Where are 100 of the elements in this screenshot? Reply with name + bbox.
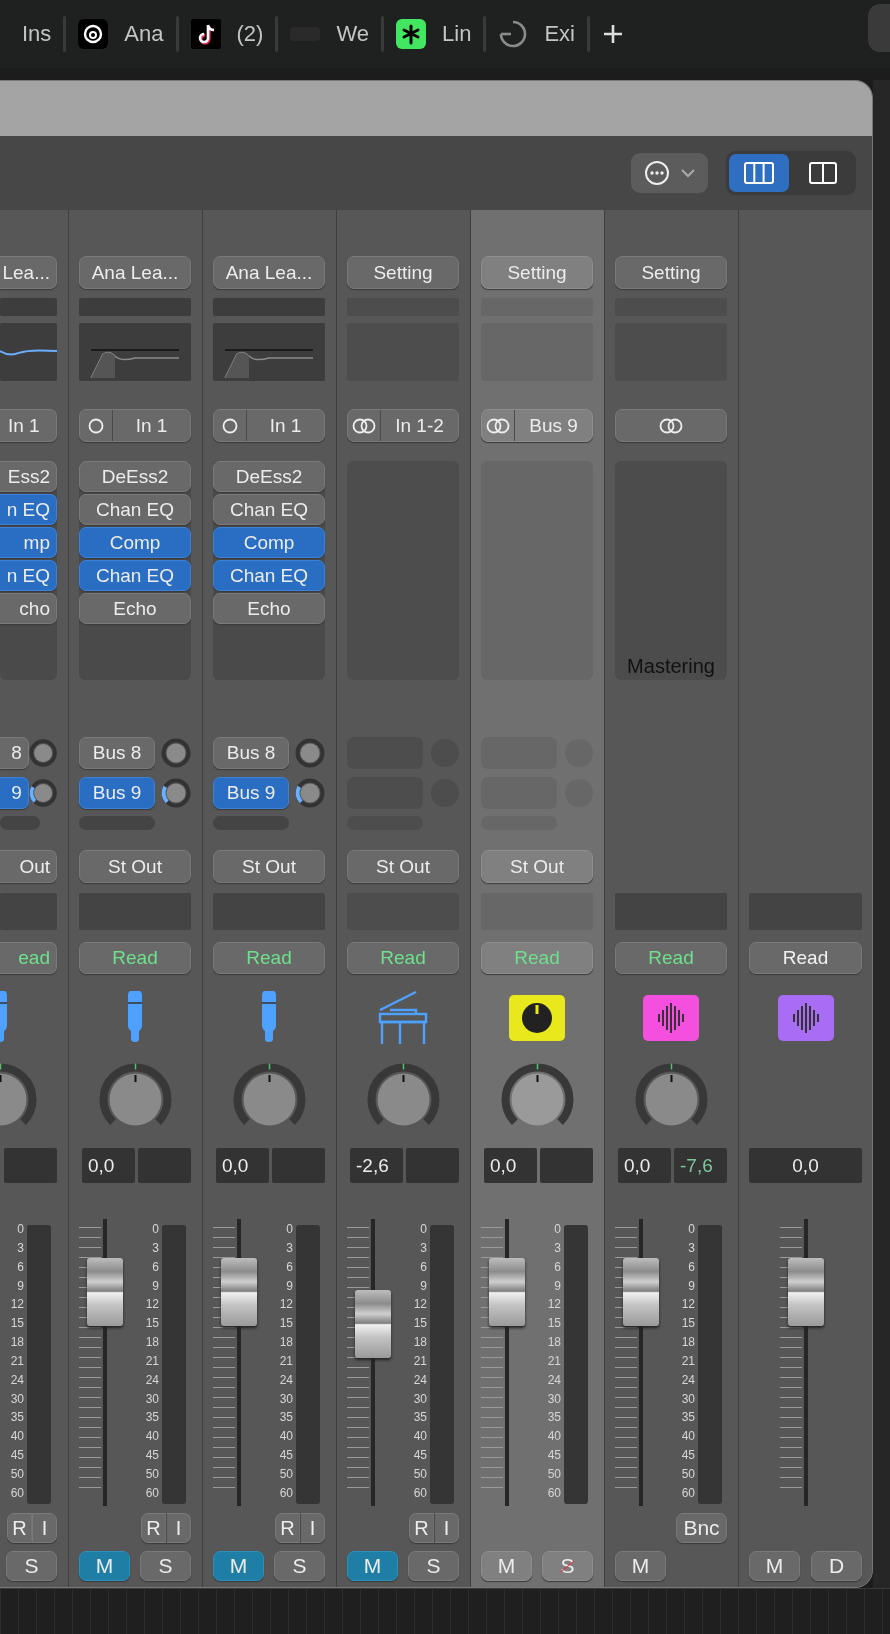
- send-slot[interactable]: Bus 9: [79, 776, 155, 809]
- insert-slot[interactable]: DeEss2: [79, 461, 191, 492]
- insert-slot[interactable]: cho: [0, 593, 57, 624]
- insert-slot[interactable]: Echo: [213, 593, 325, 624]
- browser-tab[interactable]: Ins: [10, 14, 64, 54]
- mute-button[interactable]: M: [213, 1551, 264, 1581]
- input-monitor-button[interactable]: I: [300, 1513, 325, 1543]
- more-options-button[interactable]: [631, 153, 708, 193]
- browser-tab[interactable]: Lin: [384, 14, 484, 54]
- automation-mode-button[interactable]: Read: [347, 942, 459, 974]
- view-mode-button[interactable]: [729, 154, 789, 192]
- scale-label: 3: [286, 1241, 293, 1255]
- setting-button[interactable]: Setting: [481, 256, 593, 289]
- bounce-button[interactable]: Bnc: [676, 1513, 727, 1543]
- dim-button[interactable]: D: [811, 1551, 862, 1581]
- solo-button[interactable]: S: [140, 1551, 191, 1581]
- send-slot[interactable]: Bus 9: [213, 776, 289, 809]
- browser-tab[interactable]: Ana: [66, 14, 176, 54]
- scale-label: 15: [681, 1317, 695, 1331]
- mute-button[interactable]: M: [615, 1551, 666, 1581]
- setting-button[interactable]: Ana Lea...: [79, 256, 191, 289]
- insert-slot[interactable]: Chan EQ: [213, 560, 325, 591]
- input-slot[interactable]: Bus 9: [481, 409, 593, 442]
- input-slot[interactable]: In 1: [213, 409, 325, 442]
- eq-thumbnail[interactable]: [0, 323, 57, 381]
- record-button[interactable]: R: [409, 1513, 434, 1543]
- spiral-logo-icon: [78, 19, 109, 49]
- input-slot[interactable]: [615, 409, 727, 442]
- fader-handle[interactable]: [623, 1258, 659, 1327]
- input-monitor-button[interactable]: I: [434, 1513, 459, 1543]
- solo-button[interactable]: S: [274, 1551, 325, 1581]
- insert-slot[interactable]: n EQ: [0, 560, 57, 591]
- automation-mode-button[interactable]: ead: [0, 942, 57, 974]
- insert-slot[interactable]: Chan EQ: [79, 494, 191, 525]
- insert-slot[interactable]: Echo: [79, 593, 191, 624]
- scale-label: 30: [547, 1392, 561, 1406]
- scale-label: 18: [681, 1336, 695, 1350]
- insert-slot[interactable]: Chan EQ: [213, 494, 325, 525]
- setting-button[interactable]: Setting: [615, 256, 727, 289]
- mute-button[interactable]: M: [347, 1551, 398, 1581]
- input-slot[interactable]: In 1: [0, 409, 57, 442]
- automation-mode-button[interactable]: Read: [481, 942, 593, 974]
- eq-thumbnail[interactable]: [79, 323, 191, 381]
- scale-label: 15: [413, 1317, 427, 1331]
- send-knob[interactable]: [28, 737, 57, 768]
- scale-label: 60: [10, 1486, 24, 1500]
- fader-handle[interactable]: [489, 1258, 525, 1327]
- send-knob[interactable]: [161, 737, 191, 768]
- input-monitor-button[interactable]: I: [32, 1513, 57, 1543]
- channel-strip[interactable]: Lea... In 1 Ess2 n EQ mp n EQ cho 8 9 Out ead 0 3 6 9 12 15 18 21 24 30 35 40 45 50 60 R I S: [0, 210, 69, 1587]
- fader-handle[interactable]: [787, 1258, 824, 1327]
- fader-handle[interactable]: [221, 1258, 257, 1327]
- send-slot[interactable]: Bus 8: [213, 736, 289, 769]
- scale-label: 6: [152, 1260, 159, 1274]
- eq-thumbnail[interactable]: [213, 323, 325, 381]
- scale-label: 35: [10, 1411, 24, 1425]
- fader-handle[interactable]: [355, 1289, 391, 1358]
- record-button[interactable]: R: [7, 1513, 32, 1543]
- browser-tab[interactable]: (2): [178, 14, 276, 54]
- automation-mode-button[interactable]: Read: [615, 942, 727, 974]
- output-slot[interactable]: St Out: [347, 850, 459, 883]
- send-knob[interactable]: [161, 777, 191, 808]
- mute-button[interactable]: M: [79, 1551, 130, 1581]
- record-button[interactable]: R: [275, 1513, 300, 1543]
- solo-button[interactable]: S: [408, 1551, 459, 1581]
- setting-button[interactable]: Lea...: [0, 256, 57, 289]
- solo-button[interactable]: S: [6, 1551, 57, 1581]
- insert-slot[interactable]: n EQ: [0, 494, 57, 525]
- record-button[interactable]: R: [141, 1513, 166, 1543]
- setting-button[interactable]: Setting: [347, 256, 459, 289]
- send-slot[interactable]: Bus 8: [79, 736, 155, 769]
- browser-tab[interactable]: Exi: [486, 14, 587, 54]
- automation-mode-button[interactable]: Read: [213, 942, 325, 974]
- insert-slot[interactable]: Ess2: [0, 461, 57, 492]
- send-knob[interactable]: [295, 737, 325, 768]
- browser-tab[interactable]: We: [278, 14, 381, 54]
- automation-mode-button[interactable]: Read: [749, 942, 862, 974]
- insert-slot[interactable]: Comp: [79, 527, 191, 558]
- output-slot[interactable]: St Out: [213, 850, 325, 883]
- send-knob[interactable]: [295, 777, 325, 808]
- send-knob[interactable]: [28, 777, 57, 808]
- input-monitor-button[interactable]: I: [166, 1513, 191, 1543]
- mute-button[interactable]: M: [481, 1551, 532, 1581]
- output-slot[interactable]: St Out: [481, 850, 593, 883]
- output-slot[interactable]: St Out: [79, 850, 191, 883]
- setting-button[interactable]: Ana Lea...: [213, 256, 325, 289]
- output-slot[interactable]: Out: [0, 850, 57, 883]
- insert-slot[interactable]: mp: [0, 527, 57, 558]
- scale-label: 9: [420, 1279, 427, 1293]
- send-slot[interactable]: 8: [0, 736, 29, 769]
- insert-slot[interactable]: Chan EQ: [79, 560, 191, 591]
- automation-mode-button[interactable]: Read: [79, 942, 191, 974]
- insert-slot[interactable]: DeEss2: [213, 461, 325, 492]
- insert-slot[interactable]: Comp: [213, 527, 325, 558]
- mute-button[interactable]: M: [749, 1551, 800, 1581]
- input-slot[interactable]: In 1: [79, 409, 191, 442]
- input-slot[interactable]: In 1-2: [347, 409, 459, 442]
- scale-label: 30: [413, 1392, 427, 1406]
- send-slot[interactable]: 9: [0, 776, 29, 809]
- fader-handle[interactable]: [87, 1258, 123, 1327]
